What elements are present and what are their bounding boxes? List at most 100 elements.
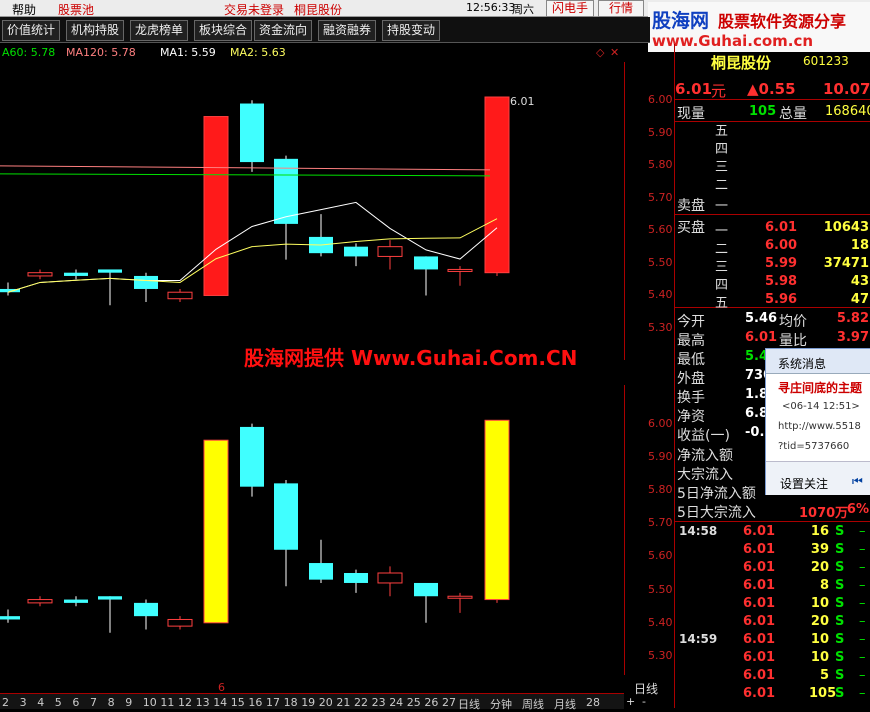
axis-tick-label: 5.90 [648, 125, 673, 139]
tick-dash: – [859, 560, 866, 575]
buy-price: 5.99 [765, 256, 798, 271]
stat-label: 均价 [779, 314, 807, 330]
buy-volume: 47 [850, 292, 869, 307]
candle-body [447, 595, 473, 599]
help-menu[interactable]: 帮助 [12, 1, 36, 18]
candle-body [484, 96, 510, 274]
tick-price: 6.01 [743, 524, 776, 539]
period-tab[interactable]: 分钟 [490, 696, 512, 712]
candle-body [240, 426, 264, 487]
date-label: 20 [318, 696, 333, 709]
candle-body [167, 291, 193, 300]
zoom-out-icon[interactable]: - [642, 695, 646, 708]
date-label: 3 [19, 696, 27, 709]
indicator-chart[interactable] [0, 385, 625, 675]
tab-dragon-tiger[interactable]: 龙虎榜单 [130, 20, 189, 41]
quote-button[interactable]: 行情 [598, 0, 644, 17]
period-tab[interactable]: 周线 [522, 696, 544, 712]
candle-body [274, 483, 298, 550]
close-icon[interactable]: ✕ [610, 46, 619, 59]
stat-value: 3.97 [836, 330, 869, 345]
candle-body [414, 582, 438, 597]
period-label[interactable]: 日线 [634, 680, 658, 697]
tab-value-stats[interactable]: 价值统计 [2, 20, 61, 41]
tab-holding-change[interactable]: 持股变动 [382, 20, 441, 41]
stat-value: 6.01 [745, 330, 778, 345]
candle-body [0, 616, 20, 620]
tick-dash: – [859, 542, 866, 557]
zoom-in-icon[interactable]: + [626, 695, 635, 708]
tick-volume: 10 [810, 596, 829, 611]
flow-value: 1070万 [799, 506, 849, 521]
candle-body [484, 419, 510, 601]
current-volume: 105 [749, 104, 777, 119]
ma60-value: A60: 5.78 [2, 46, 56, 59]
current-volume-label: 现量 [677, 106, 705, 122]
tick-side: S [835, 542, 845, 557]
buy-price: 6.00 [765, 238, 798, 253]
kline-chart[interactable]: 6.01 [0, 62, 625, 360]
tab-margin[interactable]: 融资融券 [318, 20, 377, 41]
date-label: 10 [142, 696, 157, 709]
tick-side: S [835, 614, 845, 629]
buy-volume: 18 [850, 238, 869, 253]
tick-volume: 105 [809, 686, 837, 701]
tick-side: S [835, 560, 845, 575]
tick-dash: – [859, 614, 866, 629]
upper-price-axis: 6.00 5.90 5.80 5.70 5.60 5.50 5.40 5.30 [628, 62, 674, 360]
flow-label: 5日大宗流入 [677, 505, 756, 521]
period-tab[interactable]: 月线 [554, 696, 576, 712]
buy-volume: 37471 [823, 256, 869, 271]
popup-headline[interactable]: 寻庄间底的主题 [778, 379, 862, 396]
sell-level: 三 [715, 160, 729, 175]
period-tab[interactable]: 28 [586, 696, 600, 709]
ma1-line [7, 201, 498, 293]
candle-body [377, 246, 403, 257]
indicator-svg [0, 419, 510, 633]
tick-side: S [835, 578, 845, 593]
diamond-icon[interactable]: ◇ [596, 46, 604, 59]
ma2-line [7, 218, 498, 293]
buy-level: 三 [715, 260, 729, 275]
system-message-popup[interactable]: 系统消息 寻庄间底的主题 <06-14 12:51> http://www.55… [765, 348, 870, 495]
trade-status: 交易未登录 [224, 3, 285, 17]
previous-icon[interactable]: ⏮ [852, 474, 863, 489]
sell-level: 五 [715, 124, 729, 139]
date-label: 24 [389, 696, 404, 709]
axis-tick-label: 5.90 [648, 449, 673, 463]
logo-text: 股海网 [652, 10, 710, 32]
candle-body [64, 599, 88, 603]
popup-settings-button[interactable]: 设置关注 [780, 475, 828, 492]
candle-body [98, 269, 122, 273]
tick-volume: 10 [810, 632, 829, 647]
axis-tick-label: 5.30 [648, 321, 673, 334]
date-label: 13 [195, 696, 210, 709]
popup-url[interactable]: http://www.5518 [778, 421, 861, 432]
tab-institution-holdings[interactable]: 机构持股 [66, 20, 125, 41]
buy-price: 6.01 [765, 220, 798, 235]
tick-dash: – [859, 632, 866, 647]
tab-fund-flow[interactable]: 资金流向 [254, 20, 313, 41]
stat-label: 净资 [677, 409, 705, 425]
tick-volume: 39 [810, 542, 829, 557]
date-label: 25 [406, 696, 421, 709]
date-label: 4 [37, 696, 45, 709]
tab-sector[interactable]: 板块综合 [194, 20, 253, 41]
date-label: 21 [336, 696, 351, 709]
tick-dash: – [859, 686, 866, 701]
axis-tick-label: 5.80 [648, 483, 673, 496]
tick-price: 6.01 [743, 560, 776, 575]
flash-trade-button[interactable]: 闪电手 [546, 0, 594, 17]
popup-date: <06-14 12:51> [782, 401, 860, 412]
candle-body [134, 602, 158, 617]
stat-label: 外盘 [677, 371, 705, 387]
date-label: 23 [371, 696, 386, 709]
candle-body [414, 256, 438, 270]
stock-pool-menu[interactable]: 股票池 [58, 1, 94, 18]
buy-title: 买盘 [677, 220, 705, 236]
buy-volume: 43 [850, 274, 869, 289]
popup-tid[interactable]: ?tid=5737660 [778, 441, 849, 452]
period-tab[interactable]: 日线 [458, 696, 480, 712]
ma-legend: A60: 5.78 MA120: 5.78 MA1: 5.59 MA2: 5.6… [0, 46, 640, 62]
tick-price: 6.01 [743, 578, 776, 593]
